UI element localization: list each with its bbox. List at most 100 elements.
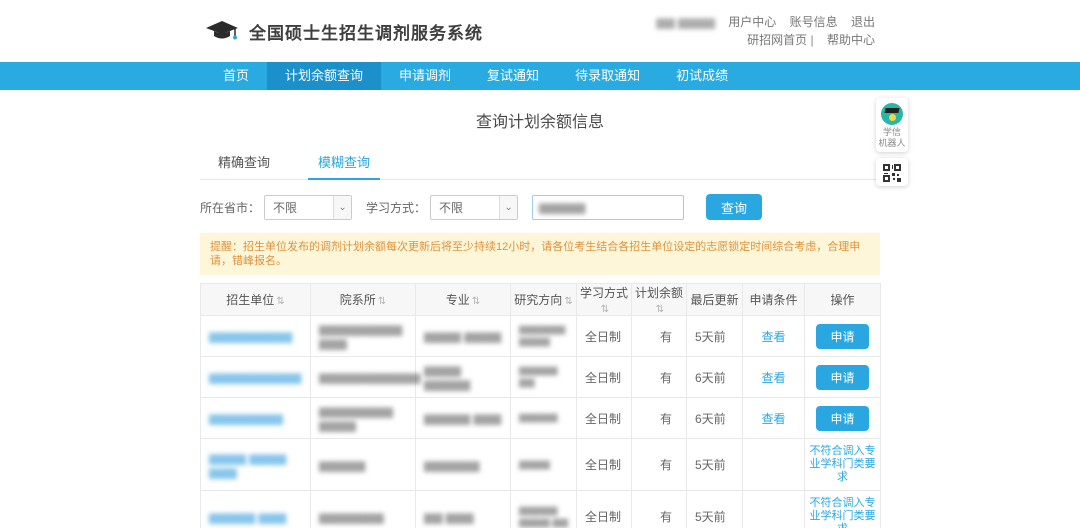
plan-balance-table: 招生单位⇅ 院系所⇅ 专业⇅ 研究方向⇅ 学习方式⇅ 计划余额⇅ 最后更新 申请… bbox=[200, 283, 881, 528]
cell-study-mode: 全日制 bbox=[577, 398, 632, 439]
sort-icon[interactable]: ⇅ bbox=[656, 304, 664, 315]
cell-updated: 6天前 bbox=[687, 398, 743, 439]
org-link-redacted[interactable]: ▆▆▆▆▆▆▆▆▆ bbox=[209, 329, 292, 343]
nav-item-plan-balance[interactable]: 计划余额查询 bbox=[267, 62, 381, 90]
chevron-down-icon: ⌄ bbox=[499, 196, 517, 219]
table-row: ▆▆▆▆▆▆▆▆▆▆▆▆▆▆▆▆▆▆ ▆▆▆▆▆▆▆ ▆▆▆▆▆▆▆▆▆▆ ▆▆… bbox=[201, 316, 881, 357]
col-header-condition: 申请条件 bbox=[743, 284, 805, 316]
cell-condition: 查看 bbox=[743, 316, 805, 357]
tab-exact-query[interactable]: 精确查询 bbox=[208, 146, 280, 179]
col-header-major: 专业⇅ bbox=[416, 284, 511, 316]
cell-dept: ▆▆▆▆▆▆▆▆ ▆▆▆▆ bbox=[311, 398, 416, 439]
cell-direction: ▆▆▆▆ bbox=[511, 439, 577, 491]
cell-action: 不符合调入专业学科门类要求 bbox=[805, 491, 881, 528]
col-header-org: 招生单位⇅ bbox=[201, 284, 311, 316]
nav-item-admission-notice[interactable]: 待录取通知 bbox=[557, 62, 658, 90]
cell-updated: 5天前 bbox=[687, 491, 743, 528]
cell-quota: 有 bbox=[632, 357, 687, 398]
cell-org: ▆▆▆▆▆▆▆▆▆▆ bbox=[201, 357, 311, 398]
province-select-value: 不限 bbox=[273, 199, 297, 216]
table-header-row: 招生单位⇅ 院系所⇅ 专业⇅ 研究方向⇅ 学习方式⇅ 计划余额⇅ 最后更新 申请… bbox=[201, 284, 881, 316]
nav-item-home[interactable]: 首页 bbox=[205, 62, 267, 90]
cell-direction: ▆▆▆▆▆ bbox=[511, 398, 577, 439]
view-condition-link[interactable]: 查看 bbox=[761, 330, 785, 344]
link-separator: | bbox=[811, 33, 814, 47]
cell-dept: ▆▆▆▆▆▆▆▆▆▆▆ bbox=[311, 357, 416, 398]
nav-item-apply-adjust[interactable]: 申请调剂 bbox=[381, 62, 469, 90]
cell-updated: 5天前 bbox=[687, 439, 743, 491]
col-header-updated: 最后更新 bbox=[687, 284, 743, 316]
keyword-input[interactable]: ▆▆▆▆▆ bbox=[532, 195, 684, 220]
nav-item-retest-notice[interactable]: 复试通知 bbox=[469, 62, 557, 90]
major-text-redacted: ▆▆ ▆▆▆ bbox=[424, 510, 473, 524]
org-link-redacted[interactable]: ▆▆▆▆ ▆▆▆▆ ▆▆▆ bbox=[209, 451, 286, 479]
study-mode-select[interactable]: 不限 ⌄ bbox=[430, 195, 518, 220]
query-tabs: 精确查询 模糊查询 bbox=[200, 146, 880, 180]
table-row: ▆▆▆▆▆▆▆▆▆▆▆▆▆▆▆▆ ▆▆▆▆▆▆▆▆▆ ▆▆▆▆▆▆▆▆全日制有6… bbox=[201, 398, 881, 439]
org-link-redacted[interactable]: ▆▆▆▆▆▆▆▆ bbox=[209, 411, 283, 425]
cell-direction: ▆▆▆▆▆ ▆▆▆▆ ▆▆ bbox=[511, 491, 577, 528]
cell-study-mode: 全日制 bbox=[577, 357, 632, 398]
sort-icon[interactable]: ⇅ bbox=[564, 296, 572, 307]
view-condition-link[interactable]: 查看 bbox=[761, 412, 785, 426]
col-header-direction: 研究方向⇅ bbox=[511, 284, 577, 316]
dept-text-redacted: ▆▆▆▆▆▆▆▆ ▆▆▆▆ bbox=[319, 404, 393, 432]
cell-updated: 6天前 bbox=[687, 357, 743, 398]
floating-widgets: 学信 机器人 bbox=[876, 98, 908, 186]
direction-text-redacted: ▆▆▆▆▆ ▆▆▆▆ ▆▆ bbox=[519, 505, 568, 528]
yz-home-link[interactable]: 研招网首页 bbox=[747, 33, 807, 47]
robot-label-line1: 学信 bbox=[877, 127, 907, 138]
table-row: ▆▆▆▆ ▆▆▆▆ ▆▆▆▆▆▆▆▆▆▆▆▆▆▆▆▆▆▆全日制有5天前不符合调入… bbox=[201, 439, 881, 491]
cell-dept: ▆▆▆▆▆ bbox=[311, 439, 416, 491]
cell-action: 不符合调入专业学科门类要求 bbox=[805, 439, 881, 491]
major-text-redacted: ▆▆▆▆ ▆▆▆▆▆ bbox=[424, 363, 470, 391]
view-condition-link[interactable]: 查看 bbox=[761, 371, 785, 385]
org-link-redacted[interactable]: ▆▆▆▆▆ ▆▆▆ bbox=[209, 510, 286, 524]
cell-study-mode: 全日制 bbox=[577, 439, 632, 491]
cell-major: ▆▆▆▆▆▆ bbox=[416, 439, 511, 491]
apply-button[interactable]: 申请 bbox=[816, 365, 868, 390]
major-text-redacted: ▆▆▆▆▆▆ bbox=[424, 458, 479, 472]
dept-text-redacted: ▆▆▆▆▆▆▆ bbox=[319, 510, 384, 524]
cell-quota: 有 bbox=[632, 491, 687, 528]
top-header: 全国硕士生招生调剂服务系统 ▆▆ ▆▆▆▆ 用户中心 账号信息 退出 研招网首页… bbox=[0, 0, 1080, 62]
province-label: 所在省市： bbox=[200, 199, 260, 216]
direction-text-redacted: ▆▆▆▆▆ bbox=[519, 412, 557, 423]
search-button[interactable]: 查询 bbox=[706, 194, 762, 220]
sort-icon[interactable]: ⇅ bbox=[378, 296, 386, 307]
chevron-down-icon: ⌄ bbox=[333, 196, 351, 219]
user-center-link[interactable]: 用户中心 bbox=[728, 15, 776, 29]
province-select[interactable]: 不限 ⌄ bbox=[264, 195, 352, 220]
apply-button[interactable]: 申请 bbox=[816, 324, 868, 349]
sort-icon[interactable]: ⇅ bbox=[472, 296, 480, 307]
cell-org: ▆▆▆▆▆▆▆▆ bbox=[201, 398, 311, 439]
cell-condition bbox=[743, 439, 805, 491]
major-text-redacted: ▆▆▆▆▆ ▆▆▆ bbox=[424, 411, 501, 425]
main-content: 查询计划余额信息 精确查询 模糊查询 所在省市： 不限 ⌄ 学习方式： 不限 ⌄… bbox=[200, 108, 880, 528]
sort-icon[interactable]: ⇅ bbox=[276, 296, 284, 307]
account-info-link[interactable]: 账号信息 bbox=[790, 15, 838, 29]
robot-label-line2: 机器人 bbox=[877, 138, 907, 149]
table-row: ▆▆▆▆▆ ▆▆▆ ▆▆▆▆▆▆▆ ▆▆ ▆▆▆ ▆▆▆▆▆ ▆▆▆▆ ▆▆ 全日制有5… bbox=[201, 491, 881, 528]
cell-major: ▆▆▆▆▆ ▆▆▆ bbox=[416, 398, 511, 439]
robot-assistant-button[interactable]: 学信 机器人 bbox=[876, 98, 908, 152]
sort-icon[interactable]: ⇅ bbox=[601, 304, 609, 315]
help-center-link[interactable]: 帮助中心 bbox=[827, 33, 875, 47]
logout-link[interactable]: 退出 bbox=[851, 15, 875, 29]
direction-text-redacted: ▆▆▆▆ bbox=[519, 459, 550, 470]
apply-button[interactable]: 申请 bbox=[816, 406, 868, 431]
cell-quota: 有 bbox=[632, 316, 687, 357]
tab-fuzzy-query[interactable]: 模糊查询 bbox=[308, 146, 380, 179]
cell-study-mode: 全日制 bbox=[577, 491, 632, 528]
org-link-redacted[interactable]: ▆▆▆▆▆▆▆▆▆▆ bbox=[209, 370, 301, 384]
study-mode-select-value: 不限 bbox=[439, 199, 463, 216]
cell-quota: 有 bbox=[632, 439, 687, 491]
col-header-dept: 院系所⇅ bbox=[311, 284, 416, 316]
cell-org: ▆▆▆▆▆▆▆▆▆ bbox=[201, 316, 311, 357]
nav-item-exam-score[interactable]: 初试成绩 bbox=[658, 62, 746, 90]
cell-dept: ▆▆▆▆▆▆▆ bbox=[311, 491, 416, 528]
site-title: 全国硕士生招生调剂服务系统 bbox=[249, 19, 483, 44]
notice-banner: 提醒：招生单位发布的调剂计划余额每次更新后将至少持续12小时，请各位考生结合各招… bbox=[200, 233, 880, 275]
qr-code-button[interactable] bbox=[876, 158, 908, 186]
cell-condition: 查看 bbox=[743, 398, 805, 439]
